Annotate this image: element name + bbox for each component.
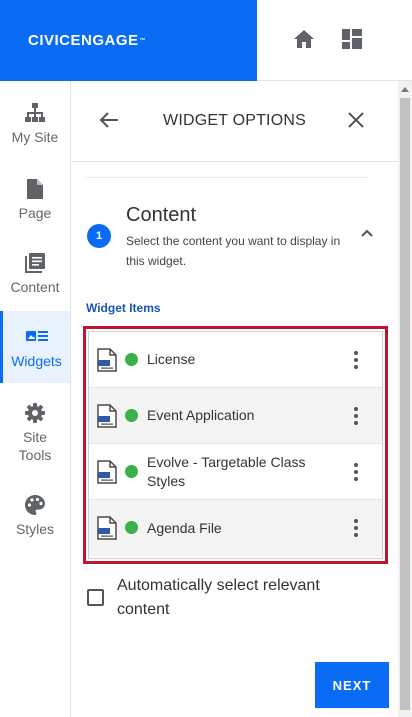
sidebar-item-page[interactable]: Page [0, 177, 70, 221]
sidebar-item-label: Content [10, 279, 60, 295]
widget-item-row[interactable]: Event Application [89, 388, 382, 444]
item-options-button[interactable] [349, 517, 363, 539]
sitemap-icon [25, 101, 45, 125]
sidebar-item-label: Widgets [11, 353, 62, 369]
close-button[interactable] [347, 111, 367, 131]
dashboard-button[interactable] [340, 27, 364, 51]
widgets-icon [25, 325, 48, 349]
widget-items-highlight: License Event Application Evolve - Targe… [83, 326, 388, 564]
status-dot [125, 465, 138, 478]
trademark-mark: ™ [139, 37, 147, 44]
item-options-button[interactable] [349, 461, 363, 483]
auto-select-label: Automatically select relevant content [117, 577, 320, 618]
sidebar-item-my-site[interactable]: My Site [0, 101, 70, 145]
gear-icon [25, 401, 45, 425]
status-dot [125, 521, 138, 534]
step-number-badge: 1 [87, 224, 111, 248]
scrollbar-thumb[interactable] [400, 98, 410, 710]
document-icon [97, 460, 117, 484]
auto-select-checkbox[interactable] [87, 589, 104, 606]
sidebar-item-label-line2: Tools [18, 447, 52, 463]
scroll-up-arrow-icon[interactable] [401, 87, 409, 92]
brand-name: CIVICENGAGE [28, 32, 139, 49]
top-bar: CIVICENGAGE ™ [0, 0, 412, 81]
document-icon [97, 516, 117, 540]
widget-item-row[interactable]: Agenda File [89, 500, 382, 556]
widget-item-label: Agenda File [147, 519, 222, 536]
widget-item-row[interactable]: License [89, 332, 382, 388]
chevron-up-icon [361, 229, 373, 237]
document-icon [97, 404, 117, 428]
sidebar-item-styles[interactable]: Styles [0, 493, 70, 537]
collapse-section-button[interactable] [360, 226, 378, 244]
home-button[interactable] [292, 27, 316, 51]
widget-items-label: Widget Items [86, 301, 161, 315]
widget-options-panel: WIDGET OPTIONS 1 Content Select the cont… [71, 81, 398, 717]
panel-header: WIDGET OPTIONS [71, 81, 398, 162]
status-dot [125, 353, 138, 366]
close-icon [348, 112, 364, 128]
status-dot [125, 409, 138, 422]
left-sidebar: My Site Page Content Widgets Site Tools … [0, 81, 71, 717]
brand-logo[interactable]: CIVICENGAGE ™ [0, 0, 257, 81]
content-icon [25, 251, 45, 275]
palette-icon [25, 493, 45, 517]
more-vert-icon [354, 519, 358, 523]
sidebar-item-site-tools[interactable]: Site Tools [0, 401, 70, 463]
item-options-button[interactable] [349, 349, 363, 371]
document-icon [97, 348, 117, 372]
item-options-button[interactable] [349, 405, 363, 427]
widget-item-row[interactable]: Evolve - Targetable Class Styles [89, 444, 382, 500]
widget-items-list: License Event Application Evolve - Targe… [88, 331, 383, 559]
more-vert-icon [354, 407, 358, 411]
more-vert-icon [354, 351, 358, 355]
home-icon [294, 30, 314, 48]
dashboard-icon [342, 29, 362, 49]
panel-scrollbar[interactable] [398, 81, 412, 717]
sidebar-item-label: Site [22, 429, 48, 445]
section-title: Content [126, 204, 197, 226]
widget-item-label: Evolve - Targetable Class Styles [147, 453, 306, 489]
next-button[interactable]: NEXT [315, 662, 389, 708]
sidebar-item-widgets[interactable]: Widgets [0, 311, 70, 383]
more-vert-icon [354, 463, 358, 467]
sidebar-item-label: Styles [15, 521, 55, 537]
widget-item-label: Event Application [147, 407, 255, 423]
sidebar-item-label: Page [18, 205, 52, 221]
section-description: Select the content you want to display i… [126, 234, 341, 268]
sidebar-item-content[interactable]: Content [0, 251, 70, 295]
widget-item-label: License [147, 351, 196, 367]
page-icon [27, 177, 43, 201]
sidebar-item-label: My Site [11, 129, 59, 145]
divider [86, 177, 368, 178]
